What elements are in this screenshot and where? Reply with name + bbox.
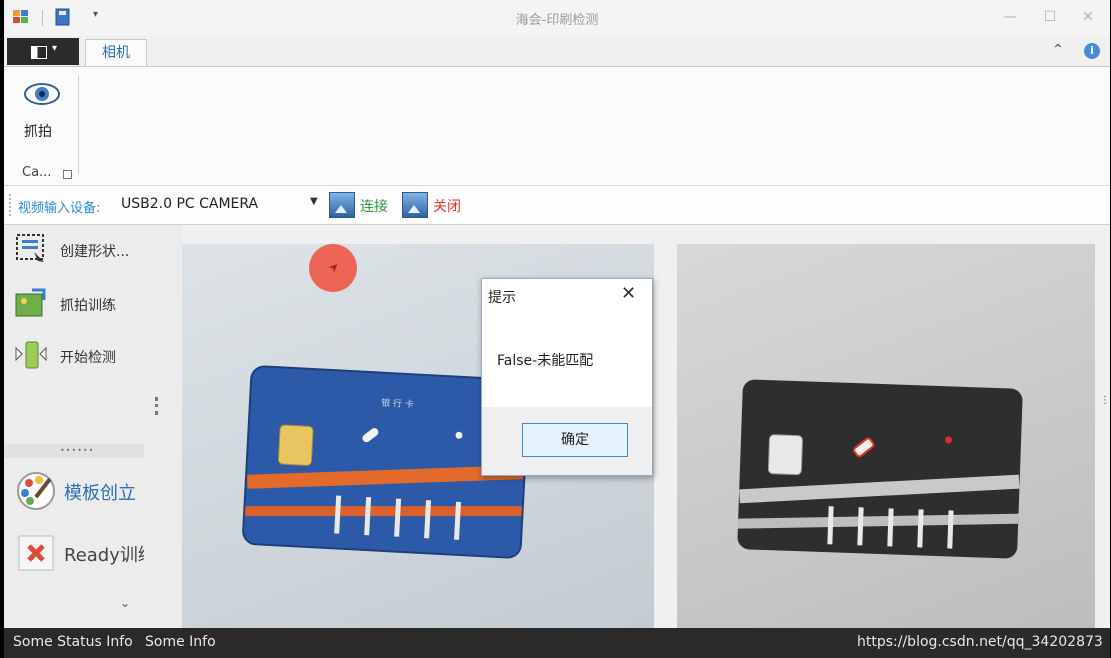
camera-group-label: Ca...: [22, 165, 52, 180]
nav-item-label: 模板创立: [64, 483, 136, 504]
card-chip: [767, 434, 804, 476]
app-menu-icon: [31, 46, 47, 59]
dialog-title: 提示: [488, 290, 516, 306]
card-logo-text: 银 行 卡: [380, 398, 414, 411]
group-separator: [78, 75, 79, 175]
window-title: 海会-印刷检测: [515, 13, 599, 28]
cursor-highlight: [309, 244, 357, 292]
panel-splitter[interactable]: ••••••: [4, 444, 144, 458]
picture-icon[interactable]: [402, 192, 428, 218]
shape-icon: [16, 234, 44, 262]
detected-mark-highlight: [851, 435, 877, 459]
status-bar: Some Status Info Some Info https://blog.…: [4, 628, 1110, 658]
card-pillar: [424, 500, 432, 539]
eye-icon: [24, 83, 60, 105]
card-pillar: [827, 506, 834, 545]
ready-icon: [18, 535, 54, 571]
card-pillar: [917, 509, 924, 548]
toolbar-grip[interactable]: [9, 194, 13, 216]
ok-button[interactable]: 确定: [522, 423, 628, 457]
device-label: 视频输入设备:: [18, 201, 101, 216]
card-pillar: [334, 495, 342, 534]
ribbon-panel: 抓拍 Ca...: [4, 66, 1110, 186]
card-pillar: [857, 507, 864, 546]
minimize-button[interactable]: —: [1000, 8, 1020, 26]
card-pillars: [817, 506, 978, 552]
status-info: Some Status Info: [13, 634, 133, 650]
palette-icon: [17, 472, 55, 510]
dialog-message: False-未能匹配: [497, 353, 594, 369]
card-stripe: [739, 474, 1020, 504]
nav-item-label: 开始检测: [60, 350, 116, 366]
application-menu-button[interactable]: ▾: [7, 38, 79, 65]
picture-icon[interactable]: [329, 192, 355, 218]
panel-resize-grip[interactable]: [155, 397, 161, 415]
message-dialog: 提示 ✕ False-未能匹配 确定: [481, 278, 653, 476]
card-chip: [277, 424, 314, 467]
card-pillar: [947, 510, 954, 549]
device-dropdown-icon[interactable]: ▼: [310, 196, 318, 207]
scroll-down-icon[interactable]: ⌄: [120, 596, 130, 610]
status-secondary-info: Some Info: [145, 634, 216, 650]
detect-icon: [15, 341, 47, 369]
dialog-close-button[interactable]: ✕: [621, 283, 636, 304]
device-select[interactable]: USB2.0 PC CAMERA: [121, 196, 258, 212]
watermark-url: https://blog.csdn.net/qq_34202873: [857, 634, 1103, 650]
close-device-button[interactable]: 关闭: [433, 196, 461, 216]
close-window-button[interactable]: ✕: [1078, 8, 1098, 26]
card-pillar: [364, 497, 372, 536]
nav-item-ready-train[interactable]: Ready训练: [16, 533, 144, 573]
nav-item-label: Ready训练: [64, 545, 144, 566]
card-mark: [360, 426, 380, 444]
collapse-ribbon-icon[interactable]: ⌃: [1052, 42, 1064, 58]
title-bar: ▾ 海会-印刷检测 — ☐ ✕: [4, 0, 1110, 36]
connect-button[interactable]: 连接: [360, 196, 388, 216]
chevron-down-icon: ▾: [52, 43, 58, 54]
nav-item-label: 创建形状...: [60, 244, 130, 260]
detected-dot-highlight: [944, 436, 953, 444]
camera-image-right: [677, 244, 1095, 628]
ribbon-tab-bar: [4, 36, 1110, 66]
card-dot: [455, 431, 463, 439]
train-icon: [15, 288, 46, 317]
main-window: ▾ 海会-印刷检测 — ☐ ✕ ▾ 相机 ⌃ i 抓拍 Ca... 视频输入设备…: [4, 0, 1110, 658]
group-launcher-icon[interactable]: [63, 170, 72, 179]
capture-button-label: 抓拍: [24, 124, 52, 140]
nav-item-label: 抓拍训练: [60, 298, 116, 314]
tab-camera[interactable]: 相机: [85, 39, 147, 68]
bank-card-gray-image: [737, 379, 1023, 559]
splitter-dots: ••••••: [60, 446, 95, 455]
help-icon[interactable]: i: [1084, 43, 1100, 59]
left-nav-panel: 创建形状... 抓拍训练 开始检测 •••••• 模板创立 Ready训 ⌄: [4, 225, 182, 627]
maximize-button[interactable]: ☐: [1040, 8, 1060, 26]
card-pillar: [454, 501, 462, 540]
panel-edge-grip[interactable]: ⋮: [1100, 395, 1110, 406]
card-pillar: [394, 498, 402, 537]
card-pillars: [324, 495, 486, 543]
card-pillar: [887, 508, 894, 547]
device-toolbar: 视频输入设备: USB2.0 PC CAMERA ▼ 连接 关闭: [4, 186, 1110, 225]
